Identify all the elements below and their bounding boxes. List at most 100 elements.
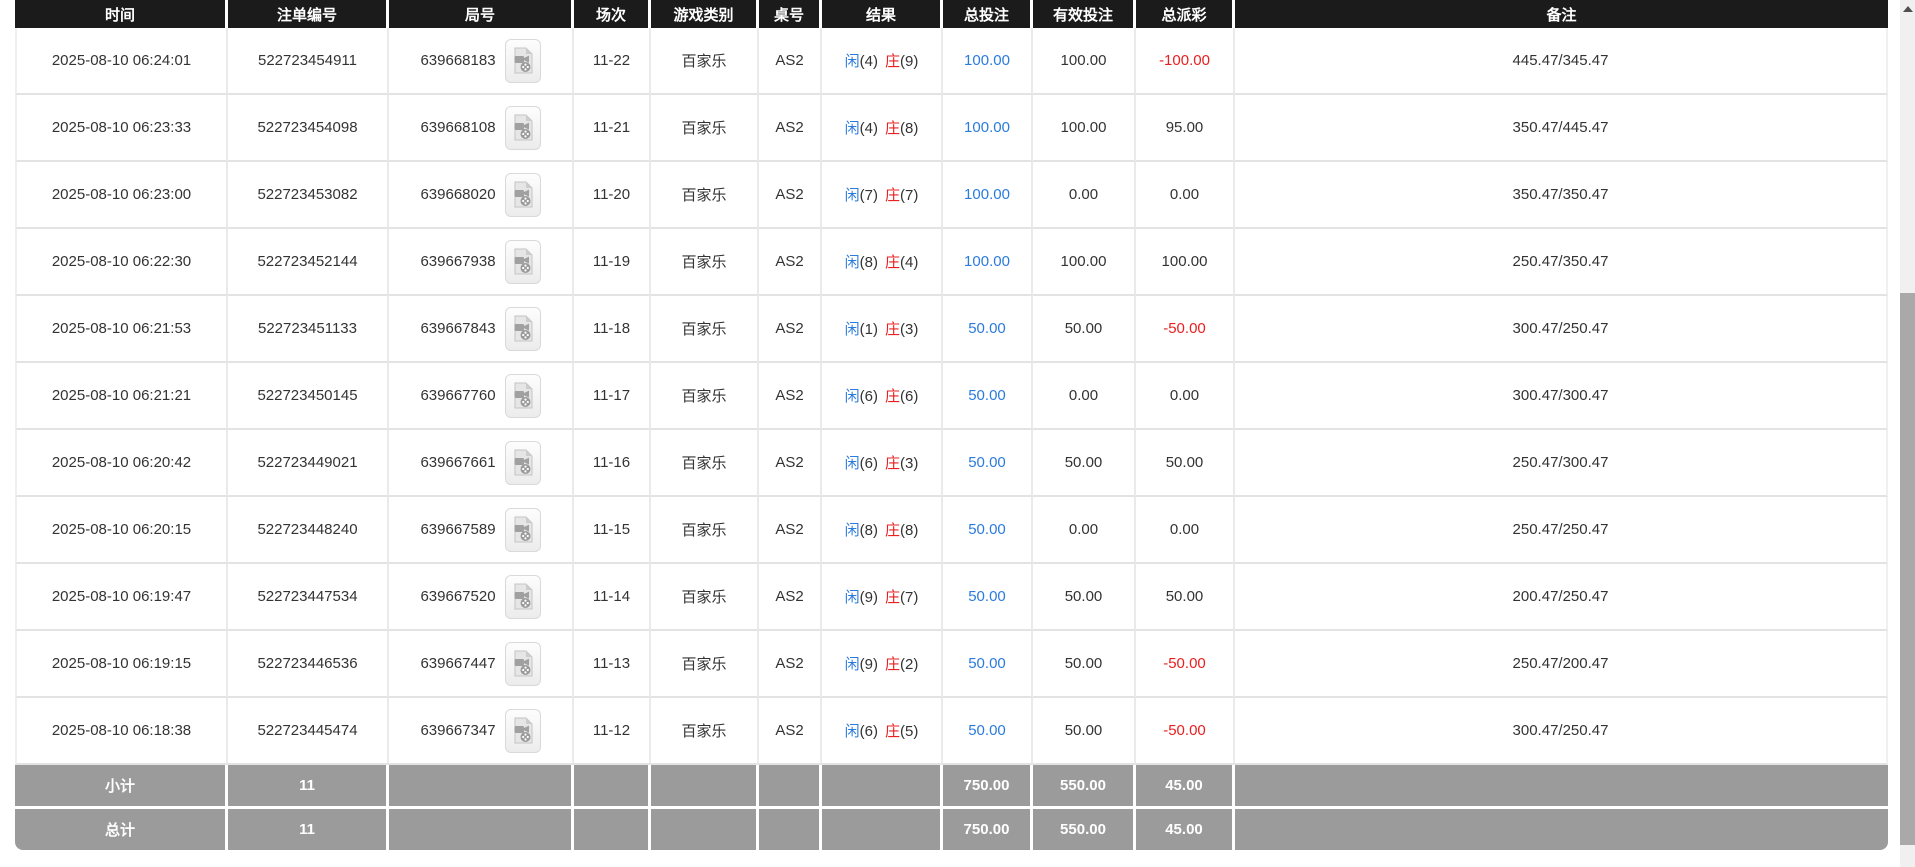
cell-valid-bet: 50.00: [1033, 698, 1136, 765]
cell-session: 11-22: [574, 28, 651, 95]
total-empty-cell: [759, 809, 822, 850]
result-player-score: (6): [859, 723, 878, 740]
result-banker-score: (9): [900, 53, 919, 70]
video-replay-button[interactable]: [504, 38, 541, 83]
cell-game-type: 百家乐: [651, 229, 759, 296]
table-row: 2025-08-10 06:23:00 522723453082 6396680…: [15, 162, 1888, 229]
subtotal-valid-bet: 550.00: [1033, 765, 1136, 809]
cell-bet-id: 522723454098: [228, 95, 389, 162]
cell-time: 2025-08-10 06:20:42: [15, 430, 228, 497]
subtotal-label: 小计: [15, 765, 228, 809]
result-banker-label: 庄: [885, 120, 901, 137]
video-replay-button[interactable]: [504, 708, 541, 753]
subtotal-empty-cell: [389, 765, 574, 809]
cell-total-bet-link[interactable]: 100.00: [943, 229, 1033, 296]
result-player-label: 闲: [844, 187, 860, 204]
cell-payout: -50.00: [1136, 631, 1235, 698]
result-banker-score: (8): [900, 522, 919, 539]
total-row: 总计 11 750.00 550.00 45.00: [15, 809, 1888, 850]
video-replay-button[interactable]: [504, 373, 541, 418]
header-row: 时间 注单编号 局号 场次 游戏类别 桌号 结果 总投注 有效投注 总派彩 备注: [15, 0, 1888, 28]
result-player-score: (4): [859, 53, 878, 70]
result-player-label: 闲: [844, 254, 860, 271]
cell-note: 300.47/250.47: [1235, 698, 1888, 765]
video-file-icon: [514, 717, 533, 744]
cell-result: 闲(6) 庄(6): [822, 363, 943, 430]
video-file-icon: [514, 449, 533, 476]
cell-valid-bet: 0.00: [1033, 363, 1136, 430]
video-replay-button[interactable]: [504, 105, 541, 150]
cell-total-bet-link[interactable]: 100.00: [943, 28, 1033, 95]
cell-total-bet-link[interactable]: 100.00: [943, 162, 1033, 229]
video-replay-button[interactable]: [504, 239, 541, 284]
bet-history-table: 时间 注单编号 局号 场次 游戏类别 桌号 结果 总投注 有效投注 总派彩 备注…: [15, 0, 1888, 850]
total-empty-cell: [822, 809, 943, 850]
cell-session: 11-17: [574, 363, 651, 430]
cell-session: 11-20: [574, 162, 651, 229]
cell-total-bet-link[interactable]: 50.00: [943, 430, 1033, 497]
cell-bet-id: 522723454911: [228, 28, 389, 95]
cell-valid-bet: 50.00: [1033, 564, 1136, 631]
cell-bet-id: 522723453082: [228, 162, 389, 229]
video-replay-button[interactable]: [504, 172, 541, 217]
table-summary: 小计 11 750.00 550.00 45.00 总计 11 750.00 5…: [15, 765, 1888, 850]
cell-note: 445.47/345.47: [1235, 28, 1888, 95]
cell-round-id: 639668108: [389, 95, 574, 162]
cell-total-bet-link[interactable]: 50.00: [943, 296, 1033, 363]
cell-result: 闲(9) 庄(7): [822, 564, 943, 631]
cell-bet-id: 522723448240: [228, 497, 389, 564]
cell-payout: 95.00: [1136, 95, 1235, 162]
cell-bet-id: 522723451133: [228, 296, 389, 363]
round-id-text: 639667520: [420, 588, 496, 605]
scrollbar-thumb[interactable]: [1900, 293, 1915, 845]
triangle-up-icon: [1902, 6, 1913, 12]
cell-note: 300.47/250.47: [1235, 296, 1888, 363]
cell-total-bet-link[interactable]: 50.00: [943, 363, 1033, 430]
cell-total-bet-link[interactable]: 50.00: [943, 631, 1033, 698]
video-replay-button[interactable]: [504, 306, 541, 351]
table-body: 2025-08-10 06:24:01 522723454911 6396681…: [15, 28, 1888, 765]
video-file-icon: [514, 516, 533, 543]
cell-round-id: 639667843: [389, 296, 574, 363]
cell-total-bet-link[interactable]: 100.00: [943, 95, 1033, 162]
cell-valid-bet: 0.00: [1033, 497, 1136, 564]
cell-note: 250.47/350.47: [1235, 229, 1888, 296]
total-empty-cell: [1235, 809, 1888, 850]
cell-session: 11-14: [574, 564, 651, 631]
cell-round-id: 639667520: [389, 564, 574, 631]
cell-game-type: 百家乐: [651, 95, 759, 162]
col-header-result: 结果: [822, 0, 943, 28]
total-payout: 45.00: [1136, 809, 1235, 850]
result-player-label: 闲: [844, 455, 860, 472]
cell-result: 闲(8) 庄(8): [822, 497, 943, 564]
cell-table-no: AS2: [759, 564, 822, 631]
result-player-label: 闲: [844, 120, 860, 137]
result-banker-score: (8): [900, 120, 919, 137]
cell-total-bet-link[interactable]: 50.00: [943, 698, 1033, 765]
cell-game-type: 百家乐: [651, 497, 759, 564]
cell-round-id: 639667347: [389, 698, 574, 765]
vertical-scrollbar[interactable]: [1900, 0, 1915, 867]
video-file-icon: [514, 382, 533, 409]
cell-total-bet-link[interactable]: 50.00: [943, 564, 1033, 631]
video-replay-button[interactable]: [504, 507, 541, 552]
cell-valid-bet: 100.00: [1033, 95, 1136, 162]
cell-valid-bet: 100.00: [1033, 28, 1136, 95]
video-replay-button[interactable]: [504, 440, 541, 485]
subtotal-row: 小计 11 750.00 550.00 45.00: [15, 765, 1888, 809]
video-file-icon: [514, 248, 533, 275]
round-id-text: 639667843: [420, 320, 496, 337]
cell-session: 11-21: [574, 95, 651, 162]
cell-note: 350.47/350.47: [1235, 162, 1888, 229]
video-replay-button[interactable]: [504, 641, 541, 686]
col-header-total-bet: 总投注: [943, 0, 1033, 28]
video-replay-button[interactable]: [504, 574, 541, 619]
col-header-bet-id: 注单编号: [228, 0, 389, 28]
round-id-text: 639667589: [420, 521, 496, 538]
result-player-score: (9): [859, 656, 878, 673]
cell-total-bet-link[interactable]: 50.00: [943, 497, 1033, 564]
scrollbar-up-button[interactable]: [1900, 0, 1915, 18]
cell-payout: -50.00: [1136, 296, 1235, 363]
cell-payout: 50.00: [1136, 564, 1235, 631]
cell-result: 闲(4) 庄(9): [822, 28, 943, 95]
